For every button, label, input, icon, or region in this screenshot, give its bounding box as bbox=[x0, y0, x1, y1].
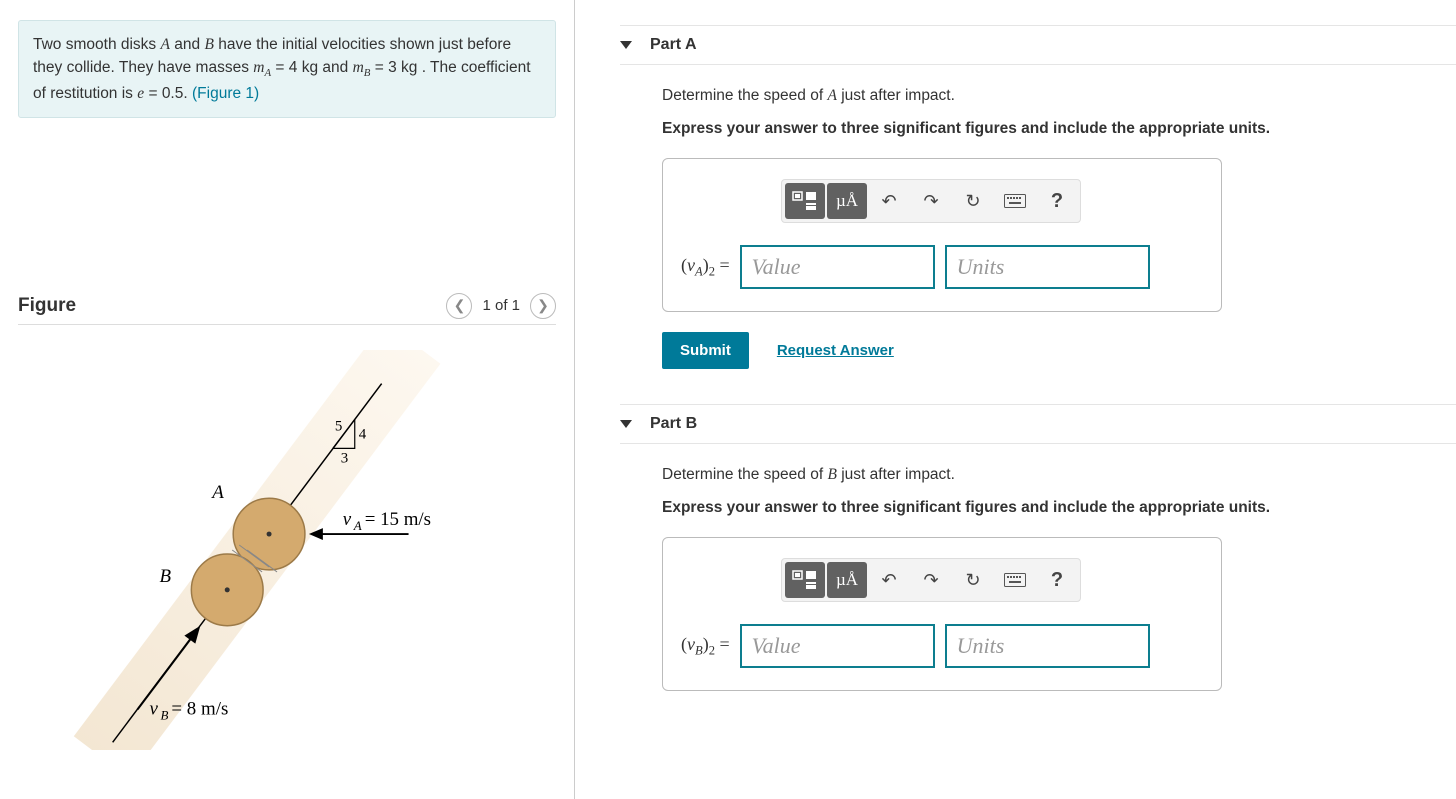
unit: kg bbox=[297, 59, 318, 76]
vA-sub: A bbox=[353, 518, 362, 533]
help-icon[interactable]: ? bbox=[1037, 562, 1077, 598]
undo-icon[interactable]: ↶ bbox=[869, 562, 909, 598]
part-b-answer-box: µÅ ↶ ↷ ↻ ? (vB)2 = Value Units bbox=[662, 537, 1222, 691]
part-b-input-row: (vB)2 = Value Units bbox=[681, 624, 1203, 668]
keyboard-icon[interactable] bbox=[995, 562, 1035, 598]
text: and bbox=[318, 59, 352, 76]
figure-nav: ❮ 1 of 1 ❯ bbox=[446, 293, 556, 319]
eq: = bbox=[144, 85, 162, 102]
value-input[interactable]: Value bbox=[740, 624, 935, 668]
figure-svg: 5 4 3 A B v A = 15 m/s v B = 8 m/s bbox=[18, 350, 556, 750]
vA-label: v bbox=[343, 509, 352, 530]
part-b-var-label: (vB)2 = bbox=[681, 634, 730, 659]
disk-B-label: B bbox=[159, 566, 171, 587]
figure-counter: 1 of 1 bbox=[482, 297, 520, 314]
templates-icon[interactable] bbox=[785, 562, 825, 598]
mB: m bbox=[353, 59, 364, 76]
answer-toolbar: µÅ ↶ ↷ ↻ ? bbox=[781, 179, 1081, 223]
part-a-var-label: (vA)2 = bbox=[681, 255, 730, 280]
disk-A-label: A bbox=[210, 482, 224, 503]
eq: = bbox=[271, 59, 289, 76]
problem-statement: Two smooth disks A and B have the initia… bbox=[18, 20, 556, 118]
eq: = bbox=[370, 59, 388, 76]
text: and bbox=[170, 36, 204, 53]
submit-button[interactable]: Submit bbox=[662, 332, 749, 369]
request-answer-link[interactable]: Request Answer bbox=[777, 342, 894, 359]
tri-adj: 3 bbox=[341, 450, 348, 466]
figure-header: Figure ❮ 1 of 1 ❯ bbox=[18, 293, 556, 325]
vB-label: v bbox=[150, 698, 159, 719]
redo-icon[interactable]: ↷ bbox=[911, 562, 951, 598]
vB-sub: B bbox=[160, 707, 168, 722]
reset-icon[interactable]: ↻ bbox=[953, 183, 993, 219]
figure-title: Figure bbox=[18, 295, 76, 317]
tri-hyp: 5 bbox=[335, 418, 342, 434]
part-b-body: Determine the speed of B just after impa… bbox=[620, 444, 1456, 691]
templates-icon[interactable] bbox=[785, 183, 825, 219]
value-input[interactable]: Value bbox=[740, 245, 935, 289]
text: . bbox=[183, 85, 192, 102]
part-a-input-row: (vA)2 = Value Units bbox=[681, 245, 1203, 289]
figure-area: 5 4 3 A B v A = 15 m/s v B = 8 m/s bbox=[18, 350, 556, 750]
part-a-instruction: Express your answer to three significant… bbox=[662, 120, 1456, 138]
tri-opp: 4 bbox=[359, 426, 367, 442]
caret-down-icon bbox=[620, 420, 632, 428]
reset-icon[interactable]: ↻ bbox=[953, 562, 993, 598]
part-a-submit-row: Submit Request Answer bbox=[662, 332, 1456, 369]
keyboard-icon[interactable] bbox=[995, 183, 1035, 219]
val: 3 bbox=[388, 59, 397, 76]
part-b-question: Determine the speed of B just after impa… bbox=[662, 466, 1456, 484]
caret-down-icon bbox=[620, 41, 632, 49]
part-a-title: Part A bbox=[650, 36, 697, 54]
part-a-answer-box: µÅ ↶ ↷ ↻ ? (vA)2 = Value Units bbox=[662, 158, 1222, 312]
symbols-icon[interactable]: µÅ bbox=[827, 183, 867, 219]
unit: kg bbox=[397, 59, 418, 76]
val: 0.5 bbox=[162, 85, 184, 102]
symbols-icon[interactable]: µÅ bbox=[827, 562, 867, 598]
part-b-title: Part B bbox=[650, 415, 697, 433]
text: Two smooth disks bbox=[33, 36, 161, 53]
figure-link[interactable]: (Figure 1) bbox=[192, 85, 259, 102]
mA: m bbox=[253, 59, 264, 76]
part-b-header[interactable]: Part B bbox=[620, 404, 1456, 444]
left-panel: Two smooth disks A and B have the initia… bbox=[0, 0, 575, 799]
right-panel: Part A Determine the speed of A just aft… bbox=[575, 0, 1456, 799]
var-A: A bbox=[161, 36, 170, 53]
vB-val: = 8 m/s bbox=[171, 698, 228, 719]
part-a-body: Determine the speed of A just after impa… bbox=[620, 65, 1456, 404]
part-b-instruction: Express your answer to three significant… bbox=[662, 499, 1456, 517]
part-a-header[interactable]: Part A bbox=[620, 25, 1456, 65]
units-input[interactable]: Units bbox=[945, 245, 1150, 289]
figure-prev-button[interactable]: ❮ bbox=[446, 293, 472, 319]
part-a-question: Determine the speed of A just after impa… bbox=[662, 87, 1456, 105]
units-input[interactable]: Units bbox=[945, 624, 1150, 668]
vA-val: = 15 m/s bbox=[365, 509, 431, 530]
help-icon[interactable]: ? bbox=[1037, 183, 1077, 219]
undo-icon[interactable]: ↶ bbox=[869, 183, 909, 219]
redo-icon[interactable]: ↷ bbox=[911, 183, 951, 219]
answer-toolbar: µÅ ↶ ↷ ↻ ? bbox=[781, 558, 1081, 602]
figure-next-button[interactable]: ❯ bbox=[530, 293, 556, 319]
var-B: B bbox=[204, 36, 213, 53]
